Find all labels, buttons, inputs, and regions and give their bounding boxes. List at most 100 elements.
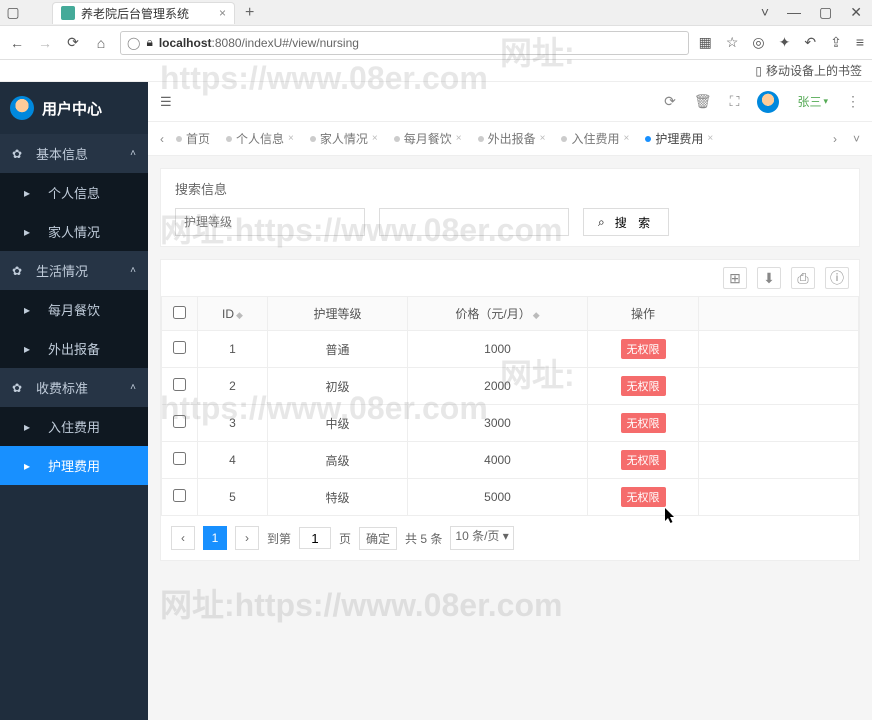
share-icon[interactable]: ⇪ [830,34,842,51]
row-checkbox[interactable] [173,415,186,428]
tab-item[interactable]: 家人情况 × [302,130,386,147]
qr-icon[interactable]: ▦ [699,34,712,51]
window-maximize-icon[interactable]: ▢ [819,4,832,21]
sidebar-item[interactable]: ▸每月餐饮 [0,290,148,329]
url-bar[interactable]: ◯ 🔒︎ localhost:8080/indexU#/view/nursing [120,31,689,55]
sidebar-item[interactable]: ▸个人信息 [0,173,148,212]
sort-icon[interactable]: ◆ [236,310,243,320]
sidebar-item[interactable]: ▸入住费用 [0,407,148,446]
select-all-checkbox[interactable] [173,306,186,319]
row-checkbox[interactable] [173,341,186,354]
search-panel: 搜索信息 ⌕ 搜 索 [160,168,860,247]
overflow-chevron-icon[interactable]: ˅ [761,4,769,21]
columns-icon[interactable]: ⊞ [723,267,747,289]
cell-id: 2 [198,368,268,405]
item-icon: ▸ [24,225,40,239]
sidebar-toggle-icon[interactable]: ▢ [4,4,22,21]
undo-icon[interactable]: ↶ [804,34,816,51]
browser-tab[interactable]: 养老院后台管理系统 × [52,2,235,24]
delete-icon[interactable]: 🗑︎ [694,93,712,110]
sidebar-item[interactable]: ▸护理费用 [0,446,148,485]
row-checkbox[interactable] [173,378,186,391]
sort-icon[interactable]: ◆ [533,310,540,320]
mobile-bookmark-icon[interactable]: ▯ [755,64,762,78]
tab-item[interactable]: 首页 [168,130,218,147]
tabs-prev-icon[interactable]: ‹ [156,132,168,146]
info-icon[interactable]: ⓘ [825,267,849,289]
menu-icon[interactable]: ≡ [856,34,864,51]
forward-icon[interactable]: → [36,35,54,51]
tab-close-icon[interactable]: × [456,133,462,144]
no-permission-tag[interactable]: 无权限 [621,339,666,359]
print-icon[interactable]: ⎙ [791,267,815,289]
export-icon[interactable]: ⬇︎ [757,267,781,289]
table-row: 1普通1000无权限 [162,331,859,368]
tab-close-icon[interactable]: × [623,133,629,144]
no-permission-tag[interactable]: 无权限 [621,487,666,507]
col-action: 操作 [588,297,699,331]
nursing-level-input[interactable] [175,208,365,236]
user-avatar[interactable] [757,91,779,113]
tab-dot-icon [394,136,400,142]
no-permission-tag[interactable]: 无权限 [621,376,666,396]
goto-button[interactable]: 确定 [359,527,397,550]
tabs-next-icon[interactable]: › [829,132,841,146]
account-icon[interactable]: ◎ [752,34,764,51]
tab-close-icon[interactable]: × [372,133,378,144]
tab-close-icon[interactable]: × [219,6,226,20]
more-icon[interactable]: ⋮ [846,93,860,110]
no-permission-tag[interactable]: 无权限 [621,450,666,470]
collapse-icon[interactable]: ☰ [160,94,172,110]
sidebar-item[interactable]: ▸外出报备 [0,329,148,368]
col-price[interactable]: 价格（元/月） [455,307,530,321]
tab-close-icon[interactable]: × [288,133,294,144]
new-tab-icon[interactable]: + [245,4,254,22]
page-next-icon[interactable]: › [235,526,259,550]
chevron-up-icon: ˄ [130,148,136,159]
username[interactable]: 张三▾ [797,93,828,110]
extensions-icon[interactable]: ✦ [779,34,791,51]
window-close-icon[interactable]: ✕ [850,4,862,21]
item-icon: ▸ [24,342,40,356]
tab-label: 家人情况 [320,130,368,147]
row-checkbox[interactable] [173,452,186,465]
reload-icon[interactable]: ⟳ [64,34,82,51]
tab-label: 首页 [186,130,210,147]
tab-item[interactable]: 个人信息× [218,130,302,147]
cell-level: 高级 [268,442,408,479]
tab-close-icon[interactable]: × [707,133,713,144]
refresh-icon[interactable]: ⟳ [664,93,676,110]
tab-item[interactable]: 每月餐饮 × [386,130,470,147]
tab-close-icon[interactable]: × [540,133,546,144]
cell-price: 1000 [408,331,588,368]
url-path: /indexU#/view/nursing [242,36,359,50]
sidebar-item-label: 入住费用 [48,417,100,436]
tab-label: 每月餐饮 [404,130,452,147]
col-id[interactable]: ID [222,307,234,321]
back-icon[interactable]: ← [8,35,26,51]
shield-icon: ◯ [127,36,140,50]
tab-item[interactable]: 外出报备× [470,130,554,147]
menu-group-title[interactable]: ✿生活情况˄ [0,251,148,290]
menu-group-title[interactable]: ✿基本信息˄ [0,134,148,173]
window-minimize-icon[interactable]: — [787,4,801,21]
tab-dot-icon [478,136,484,142]
per-page-select[interactable]: 10 条/页 ▾ [450,526,513,550]
tab-item[interactable]: 入住费用× [553,130,637,147]
page-number[interactable]: 1 [203,526,227,550]
bookmark-star-icon[interactable]: ☆ [726,34,739,51]
tab-item[interactable]: 护理费用× [637,130,721,147]
page-input[interactable] [299,527,331,549]
bookmark-label[interactable]: 移动设备上的书签 [766,62,862,79]
search-button[interactable]: ⌕ 搜 索 [583,208,669,236]
no-permission-tag[interactable]: 无权限 [621,413,666,433]
fullscreen-icon[interactable]: ⛶ [730,93,740,110]
cell-level: 普通 [268,331,408,368]
row-checkbox[interactable] [173,489,186,502]
home-icon[interactable]: ⌂ [92,35,110,51]
menu-group-title[interactable]: ✿收费标准˄ [0,368,148,407]
page-prev-icon[interactable]: ‹ [171,526,195,550]
sidebar-item[interactable]: ▸家人情况 [0,212,148,251]
search-input-2[interactable] [379,208,569,236]
tabs-dropdown-icon[interactable]: ˅ [849,132,864,146]
